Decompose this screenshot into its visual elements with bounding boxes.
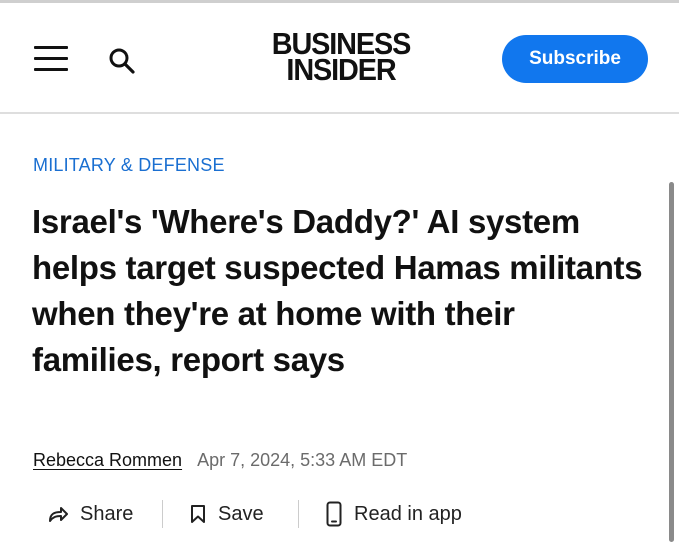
article-actions: Share Save Read in app <box>0 494 679 534</box>
action-separator <box>298 500 299 528</box>
category-link[interactable]: MILITARY & DEFENSE <box>33 155 225 176</box>
share-button[interactable]: Share <box>48 494 133 534</box>
share-label: Share <box>80 502 134 525</box>
phone-icon <box>326 501 342 527</box>
author-link[interactable]: Rebecca Rommen <box>33 450 182 470</box>
save-button[interactable]: Save <box>190 494 264 534</box>
byline: Rebecca Rommen Apr 7, 2024, 5:33 AM EDT <box>33 450 407 471</box>
business-insider-logo[interactable]: BUSINESS INSIDER <box>256 28 426 89</box>
hamburger-menu-icon[interactable] <box>34 45 70 73</box>
publish-date: Apr 7, 2024, 5:33 AM EDT <box>197 450 408 470</box>
read-in-app-label: Read in app <box>354 502 462 525</box>
site-header: BUSINESS INSIDER Subscribe <box>0 3 679 113</box>
logo-line-2: INSIDER <box>286 52 396 87</box>
subscribe-button[interactable]: Subscribe <box>502 35 648 83</box>
scrollbar[interactable] <box>669 182 674 542</box>
save-label: Save <box>218 502 264 525</box>
header-divider <box>0 112 679 114</box>
share-arrow-icon <box>49 507 68 522</box>
read-in-app-button[interactable]: Read in app <box>326 494 462 534</box>
action-separator <box>162 500 163 528</box>
search-icon[interactable] <box>108 47 136 75</box>
article-headline: Israel's 'Where's Daddy?' AI system help… <box>32 203 643 378</box>
bookmark-icon <box>191 505 205 523</box>
